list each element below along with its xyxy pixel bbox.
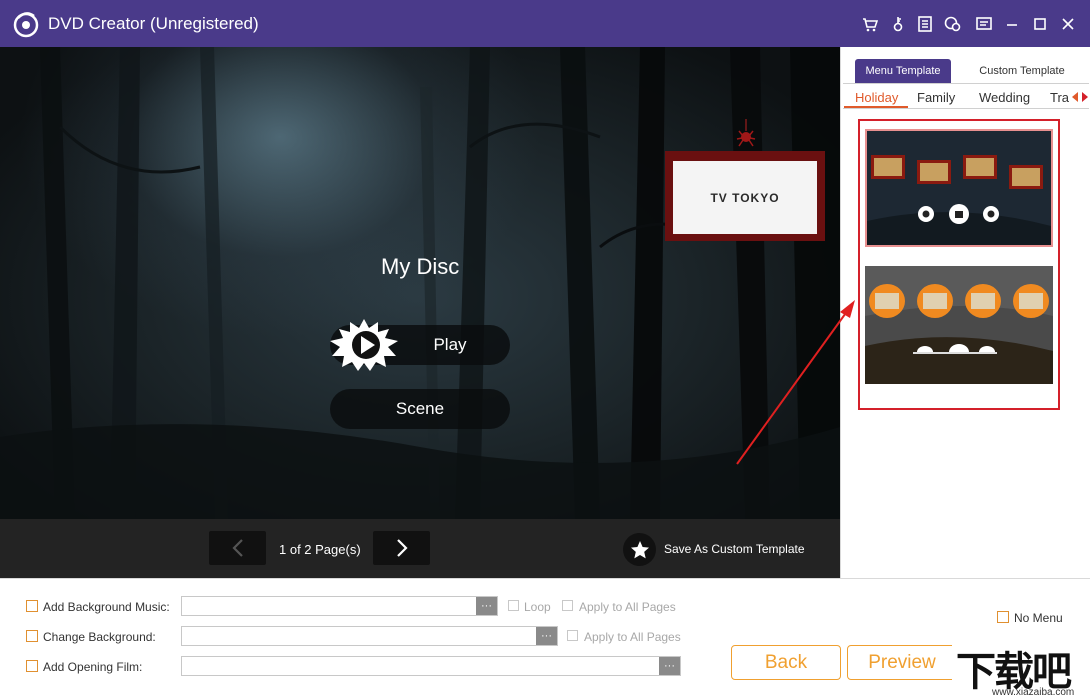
music-apply-all-checkbox[interactable]	[562, 600, 573, 611]
add-background-music-label: Add Background Music:	[43, 600, 170, 614]
play-label: Play	[433, 335, 466, 355]
category-scroll-arrows-icon[interactable]	[1071, 91, 1089, 103]
background-field[interactable]	[181, 626, 558, 646]
template-list	[858, 119, 1060, 410]
template-halloween-pumpkin[interactable]	[865, 266, 1053, 384]
background-music-browse-button[interactable]: ···	[476, 597, 497, 615]
cart-icon[interactable]	[861, 15, 879, 33]
maximize-icon[interactable]	[1031, 15, 1049, 33]
title-bar: DVD Creator (Unregistered)	[0, 0, 1090, 47]
music-apply-all-label: Apply to All Pages	[579, 600, 676, 614]
play-icon[interactable]	[328, 319, 400, 371]
change-background-label: Change Background:	[43, 630, 156, 644]
star-icon	[630, 540, 650, 560]
change-background-checkbox[interactable]	[26, 630, 38, 642]
next-page-button[interactable]	[373, 531, 430, 565]
annotation-arrow-icon	[730, 290, 860, 470]
preview-nav-bar: 1 of 2 Page(s) Save As Custom Template	[0, 519, 840, 578]
preview-button[interactable]: Preview	[847, 645, 957, 680]
opening-film-browse-button[interactable]: ···	[659, 657, 680, 675]
tab-divider	[843, 83, 1089, 84]
background-music-field[interactable]	[181, 596, 498, 616]
category-divider	[843, 108, 1089, 109]
forest-background	[0, 47, 840, 519]
category-wedding[interactable]: Wedding	[979, 90, 1030, 105]
template-halloween-spider[interactable]	[865, 129, 1053, 247]
add-opening-film-label: Add Opening Film:	[43, 660, 142, 674]
page-indicator: 1 of 2 Page(s)	[279, 542, 361, 557]
close-icon[interactable]	[1059, 15, 1077, 33]
background-apply-all-checkbox[interactable]	[567, 630, 578, 641]
register-icon[interactable]	[916, 15, 934, 33]
chevron-right-icon	[395, 538, 409, 558]
category-holiday[interactable]: Holiday	[855, 90, 898, 105]
category-travel[interactable]: Tra	[1050, 90, 1070, 105]
dvd-creator-window: DVD Creator (Unregistered)	[0, 0, 1090, 700]
background-apply-all-label: Apply to All Pages	[584, 630, 681, 644]
menu-options-panel: Add Background Music: ··· Loop Apply to …	[0, 578, 1090, 700]
title-thumbnail: TV TOKYO	[673, 161, 817, 234]
tab-menu-template[interactable]: Menu Template	[855, 59, 951, 83]
feedback-icon[interactable]	[943, 15, 961, 33]
template-thumbnail	[867, 131, 1051, 245]
chevron-left-icon	[231, 538, 245, 558]
tab-custom-template[interactable]: Custom Template	[965, 59, 1079, 83]
minimize-icon[interactable]	[1003, 15, 1021, 33]
template-thumbnail	[865, 266, 1053, 384]
save-template-button[interactable]	[623, 533, 656, 566]
no-menu-label: No Menu	[1014, 611, 1063, 625]
key-icon[interactable]	[889, 15, 907, 33]
back-button[interactable]: Back	[731, 645, 841, 680]
save-template-label[interactable]: Save As Custom Template	[664, 542, 805, 556]
category-family[interactable]: Family	[917, 90, 955, 105]
template-panel: Menu Template Custom Template Holiday Fa…	[840, 47, 1090, 578]
loop-label: Loop	[524, 600, 551, 614]
no-menu-checkbox[interactable]	[997, 611, 1009, 623]
add-background-music-checkbox[interactable]	[26, 600, 38, 612]
title-thumbnail-frame[interactable]: TV TOKYO	[665, 151, 825, 241]
scene-button[interactable]: Scene	[330, 389, 510, 429]
disc-title[interactable]: My Disc	[381, 254, 459, 280]
add-opening-film-checkbox[interactable]	[26, 660, 38, 672]
app-logo-icon	[12, 10, 40, 38]
background-browse-button[interactable]: ···	[536, 627, 557, 645]
site-watermark: 下载吧 www.xiazaiba.com	[952, 639, 1090, 700]
loop-checkbox[interactable]	[508, 600, 519, 611]
spider-icon	[735, 119, 757, 151]
prev-page-button[interactable]	[209, 531, 266, 565]
menu-icon[interactable]	[975, 15, 993, 33]
opening-film-field[interactable]	[181, 656, 681, 676]
app-title: DVD Creator (Unregistered)	[48, 14, 259, 34]
watermark-url: www.xiazaiba.com	[992, 687, 1074, 698]
menu-preview: TV TOKYO My Disc Play Scene	[0, 47, 840, 519]
